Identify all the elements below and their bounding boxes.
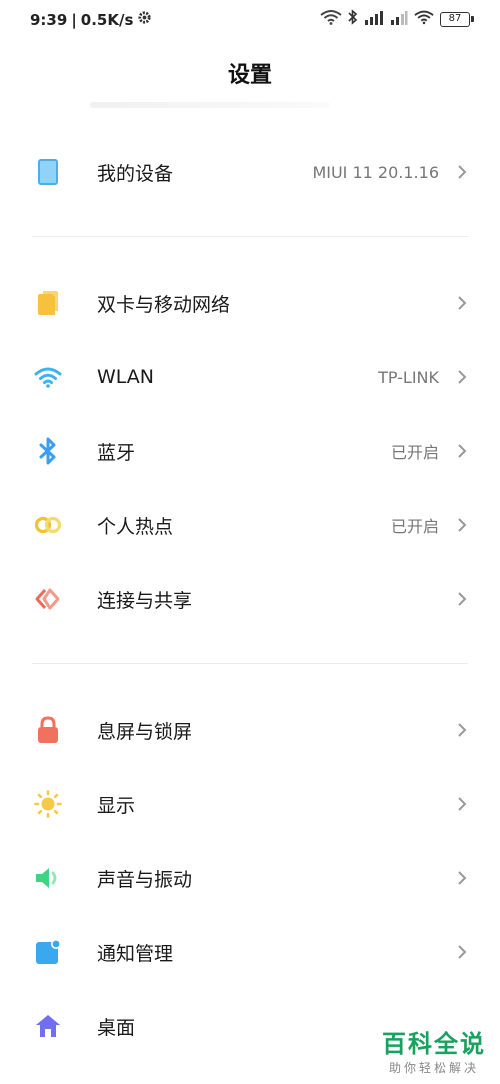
settings-item-label: 蓝牙 <box>97 441 136 464</box>
chevron-right-icon <box>455 367 469 387</box>
chevron-right-icon <box>455 942 469 962</box>
sim-card-icon <box>34 289 62 317</box>
search-hint-fade <box>90 102 330 108</box>
settings-item-dual-sim[interactable]: 双卡与移动网络 <box>0 266 500 340</box>
settings-item-label: 声音与振动 <box>97 868 193 891</box>
settings-item-lock-screen[interactable]: 息屏与锁屏 <box>0 693 500 767</box>
settings-item-value: 已开启 <box>390 443 439 462</box>
watermark-logo: 百科全说 助你轻松解决 <box>382 1024 486 1076</box>
chevron-right-icon <box>455 515 469 535</box>
status-time: 9:39 <box>30 10 68 29</box>
share-icon <box>34 585 62 613</box>
wifi-signal-icon <box>320 9 342 29</box>
speaker-icon <box>34 864 62 892</box>
cell-signal-icon <box>364 10 384 29</box>
section-divider <box>32 663 468 664</box>
settings-item-value: TP-LINK <box>378 367 439 387</box>
watermark-sub: 助你轻松解决 <box>388 1061 479 1075</box>
phone-icon <box>34 158 62 186</box>
chevron-right-icon <box>455 441 469 461</box>
settings-item-connection-sharing[interactable]: 连接与共享 <box>0 562 500 636</box>
settings-item-label: 连接与共享 <box>97 589 193 612</box>
settings-item-bluetooth[interactable]: 蓝牙 已开启 <box>0 414 500 488</box>
watermark-main: 百科全说 <box>382 1030 486 1058</box>
status-separator: | <box>71 10 77 29</box>
settings-item-value: 已开启 <box>390 517 439 536</box>
chevron-right-icon <box>455 589 469 609</box>
chevron-right-icon <box>455 293 469 313</box>
settings-item-my-device[interactable]: 我的设备 MIUI 11 20.1.16 <box>0 135 500 209</box>
settings-item-label: 息屏与锁屏 <box>97 720 193 743</box>
chevron-right-icon <box>455 868 469 888</box>
sun-icon <box>34 790 62 818</box>
page-title: 设置 <box>227 63 272 88</box>
gear-icon <box>137 10 152 29</box>
notification-icon <box>34 938 62 966</box>
status-net-speed: 0.5K/s <box>80 10 134 29</box>
settings-item-sound-vibration[interactable]: 声音与振动 <box>0 841 500 915</box>
wifi-icon <box>34 363 62 391</box>
wifi-status-icon <box>414 9 434 29</box>
section-divider <box>32 236 468 237</box>
settings-item-label: 桌面 <box>97 1016 136 1039</box>
status-bar: 9:39 | 0.5K/s 87 <box>0 0 500 40</box>
battery-icon: 87 <box>440 11 474 27</box>
bluetooth-status-icon <box>348 9 358 29</box>
settings-item-label: 我的设备 <box>97 162 174 185</box>
status-left: 9:39 | 0.5K/s <box>30 10 152 29</box>
settings-item-label: 双卡与移动网络 <box>97 293 231 316</box>
home-icon <box>34 1012 62 1040</box>
status-right: 87 <box>320 9 474 29</box>
settings-item-notifications[interactable]: 通知管理 <box>0 915 500 989</box>
settings-item-hotspot[interactable]: 个人热点 已开启 <box>0 488 500 562</box>
settings-item-label: 个人热点 <box>97 515 174 538</box>
settings-item-label: 显示 <box>97 794 136 817</box>
settings-item-display[interactable]: 显示 <box>0 767 500 841</box>
chevron-right-icon <box>455 162 469 182</box>
bluetooth-icon <box>34 437 62 465</box>
chevron-right-icon <box>455 720 469 740</box>
chevron-right-icon <box>455 794 469 814</box>
cell-signal-2-icon <box>390 10 408 29</box>
settings-item-label: 通知管理 <box>97 942 174 965</box>
settings-item-value: MIUI 11 20.1.16 <box>312 162 439 182</box>
battery-level: 87 <box>448 12 462 24</box>
hotspot-icon <box>34 511 62 539</box>
lock-icon <box>34 716 62 744</box>
settings-item-wlan[interactable]: WLAN TP-LINK <box>0 340 500 414</box>
settings-item-label: WLAN <box>97 366 155 388</box>
